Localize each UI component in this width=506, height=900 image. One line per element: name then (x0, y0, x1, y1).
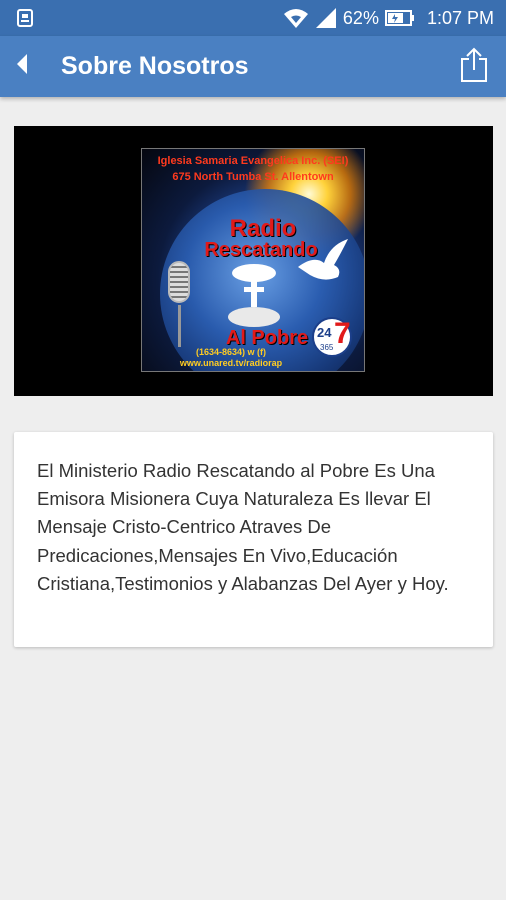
badge-365: 365 (320, 343, 334, 352)
microphone-icon (168, 261, 190, 303)
badge-24: 24 (317, 325, 332, 340)
status-bar: 62% 1:07 PM (0, 0, 506, 36)
about-text: El Ministerio Radio Rescatando al Pobre … (37, 460, 449, 594)
badge-247: 24 7 365 (312, 317, 352, 357)
battery-percent: 62% (342, 7, 379, 28)
back-button[interactable] (0, 36, 44, 97)
hands-icon (228, 264, 280, 327)
radio-logo: Iglesia Samaria Evangelica Inc. (SEI) 67… (141, 148, 365, 372)
notification-icon (16, 8, 36, 28)
app-bar: Sobre Nosotros (0, 36, 506, 97)
battery-icon (384, 10, 415, 26)
logo-address: 675 North Tumba St. Allentown (172, 171, 334, 183)
about-card: El Ministerio Radio Rescatando al Pobre … (14, 432, 493, 647)
logo-title-rescatando: Rescatando (204, 239, 318, 261)
badge-7: 7 (334, 317, 351, 350)
image-card: Iglesia Samaria Evangelica Inc. (SEI) 67… (14, 126, 493, 396)
logo-frequency: (1634-8634) w (f) (195, 347, 267, 357)
page-title: Sobre Nosotros (61, 52, 249, 80)
share-icon (459, 47, 489, 88)
signal-icon (315, 7, 337, 29)
logo-church-name: Iglesia Samaria Evangelica Inc. (SEI) (157, 155, 349, 167)
share-button[interactable] (452, 44, 496, 90)
logo-url: www.unared.tv/radiorap (179, 358, 283, 368)
wifi-icon (283, 7, 309, 29)
status-time: 1:07 PM (426, 7, 494, 28)
back-arrow-icon (15, 53, 29, 80)
